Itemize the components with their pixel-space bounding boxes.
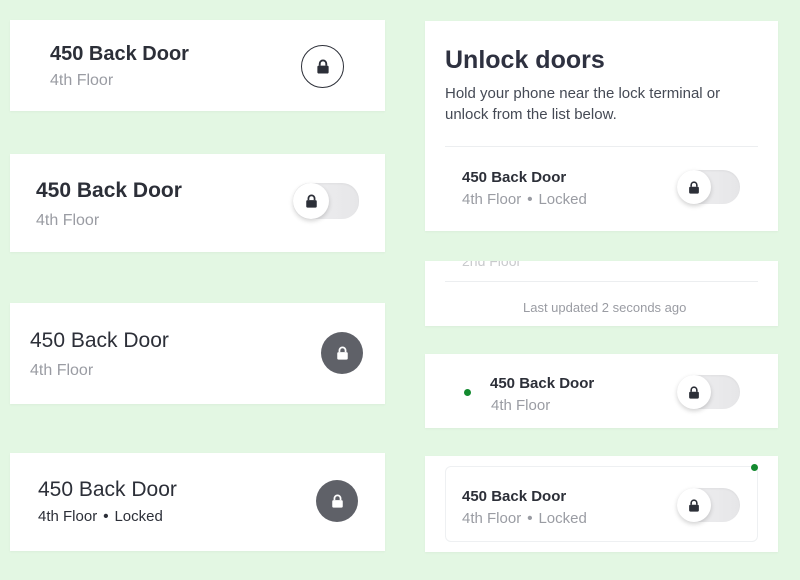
- door-floor: 4th Floor: [462, 510, 522, 527]
- panel-description: Hold your phone near the lock terminal o…: [445, 85, 721, 123]
- lock-icon: [316, 59, 329, 74]
- unlock-panel: Unlock doors Hold your phone near the lo…: [425, 21, 778, 231]
- separator: •: [103, 508, 109, 525]
- lock-toggle[interactable]: [677, 170, 740, 204]
- last-updated-text: Last updated 2 seconds ago: [523, 300, 687, 315]
- door-floor: 4th Floor: [30, 362, 94, 379]
- toggle-knob: [677, 375, 711, 409]
- door-card-filled[interactable]: 450 Back Door 4th Floor: [10, 303, 385, 404]
- toggle-knob: [293, 183, 329, 219]
- toggle-knob: [677, 170, 711, 204]
- door-row-active[interactable]: 450 Back Door 4th Floor: [425, 354, 778, 428]
- door-row-notify[interactable]: 450 Back Door 4th Floor • Locked: [425, 456, 778, 552]
- lock-icon: [305, 194, 317, 208]
- lock-icon: [689, 385, 699, 399]
- door-name: 450 Back Door: [38, 478, 177, 501]
- toggle-knob: [677, 488, 711, 522]
- separator: •: [527, 191, 533, 208]
- panel-title: Unlock doors: [445, 46, 605, 74]
- door-status: Locked: [538, 510, 587, 527]
- lock-toggle[interactable]: [293, 183, 359, 219]
- door-floor-status: 4th Floor • Locked: [462, 510, 587, 527]
- door-status: Locked: [538, 191, 587, 208]
- door-card-status[interactable]: 450 Back Door 4th Floor • Locked: [10, 453, 385, 551]
- door-floor: 4th Floor: [462, 191, 522, 208]
- divider: [445, 281, 758, 282]
- door-status: Locked: [114, 508, 163, 525]
- door-name: 450 Back Door: [490, 375, 595, 392]
- door-floor-status: 4th Floor • Locked: [462, 191, 587, 208]
- lock-button[interactable]: [316, 480, 358, 522]
- door-name: 450 Back Door: [462, 488, 567, 505]
- status-dot: [464, 389, 471, 396]
- door-name: 450 Back Door: [30, 329, 169, 352]
- door-floor: 4th Floor: [36, 212, 100, 229]
- door-floor: 4th Floor: [50, 72, 114, 89]
- cut-off-floor: 2nd Floor: [462, 261, 521, 266]
- lock-toggle[interactable]: [677, 488, 740, 522]
- separator: •: [527, 510, 533, 527]
- door-floor-status: 4th Floor • Locked: [38, 508, 163, 525]
- lock-button[interactable]: [321, 332, 363, 374]
- door-name: 450 Back Door: [36, 179, 182, 202]
- status-dot: [751, 464, 758, 471]
- door-card-toggle[interactable]: 450 Back Door 4th Floor: [10, 154, 385, 252]
- door-name: 450 Back Door: [50, 43, 189, 65]
- divider: [445, 146, 758, 147]
- door-floor: 4th Floor: [38, 508, 98, 525]
- door-card-outline[interactable]: 450 Back Door 4th Floor: [10, 20, 385, 111]
- door-floor: 4th Floor: [491, 397, 551, 414]
- lock-icon: [331, 494, 343, 508]
- lock-toggle[interactable]: [677, 375, 740, 409]
- door-name: 450 Back Door: [462, 169, 567, 186]
- lock-icon: [689, 180, 699, 194]
- lock-icon: [689, 498, 699, 512]
- lock-icon: [336, 346, 348, 360]
- last-updated-card: 2nd Floor Last updated 2 seconds ago: [425, 261, 778, 326]
- lock-button[interactable]: [301, 45, 344, 88]
